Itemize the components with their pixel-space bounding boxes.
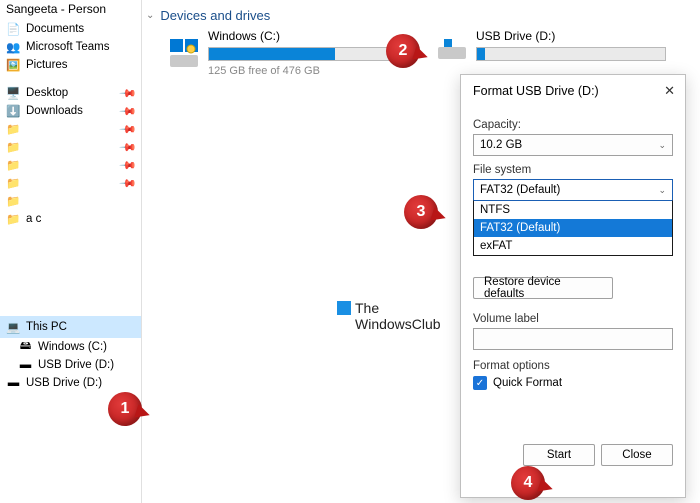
logo-square-icon xyxy=(337,301,351,315)
chevron-down-icon: ⌄ xyxy=(658,140,666,151)
filesystem-value: FAT32 (Default) xyxy=(480,184,560,196)
sidebar-item-drive-d-2[interactable]: ▬ USB Drive (D:) xyxy=(0,374,141,392)
sidebar-item-folder[interactable]: 📁 📌 xyxy=(0,120,141,138)
watermark-line2: WindowsClub xyxy=(355,316,441,332)
desktop-icon: 🖥️ xyxy=(6,86,21,101)
sidebar-item-teams[interactable]: 👥 Microsoft Teams xyxy=(0,38,141,56)
checkbox-checked-icon: ✓ xyxy=(473,376,487,390)
section-header[interactable]: ⌄ Devices and drives xyxy=(142,0,700,29)
downloads-icon: ⬇️ xyxy=(6,104,21,119)
usage-bar xyxy=(208,47,398,61)
sidebar-item-label: Windows (C:) xyxy=(38,341,107,353)
pin-icon: 📌 xyxy=(119,138,138,156)
chevron-down-icon: ⌄ xyxy=(146,10,154,21)
annotation-bubble-4: 4 xyxy=(511,466,545,500)
this-pc-icon: 💻 xyxy=(6,320,21,335)
sidebar-item-label: Desktop xyxy=(26,87,68,99)
sidebar-item-label: USB Drive (D:) xyxy=(38,359,114,371)
sidebar-item-folder[interactable]: 📁 📌 xyxy=(0,138,141,156)
fs-option-fat32[interactable]: FAT32 (Default) xyxy=(474,219,672,237)
watermark-line1: The xyxy=(355,300,379,316)
close-button[interactable]: Close xyxy=(601,444,673,466)
sidebar-item-folder[interactable]: 📁 📌 xyxy=(0,174,141,192)
sidebar-item-desktop[interactable]: 🖥️ Desktop 📌 xyxy=(0,84,141,102)
folder-icon: 📁 xyxy=(6,122,21,137)
sidebar-item-folder[interactable]: 📁 📌 xyxy=(0,156,141,174)
folder-icon: 📁 xyxy=(6,212,21,227)
drive-name: USB Drive (D:) xyxy=(476,29,676,47)
sidebar-item-folder[interactable]: 📁 xyxy=(0,192,141,210)
sidebar-item-pictures[interactable]: 🖼️ Pictures xyxy=(0,56,141,74)
drive-icon: 🖴 xyxy=(18,340,33,355)
capacity-select[interactable]: 10.2 GB ⌄ xyxy=(473,134,673,156)
sidebar-item-drive-d[interactable]: ▬ USB Drive (D:) xyxy=(0,356,141,374)
watermark: The WindowsClub xyxy=(337,300,441,332)
pin-icon: 📌 xyxy=(119,174,138,192)
annotation-bubble-1: 1 xyxy=(108,392,142,426)
sidebar-item-label: Microsoft Teams xyxy=(26,41,110,53)
sidebar-item-label: Documents xyxy=(26,23,84,35)
sidebar-item-drive-c[interactable]: 🖴 Windows (C:) xyxy=(0,338,141,356)
filesystem-label: File system xyxy=(473,164,673,176)
sidebar-item-this-pc[interactable]: 💻 This PC xyxy=(0,316,141,338)
annotation-bubble-3: 3 xyxy=(404,195,438,229)
folder-icon: 📁 xyxy=(6,176,21,191)
drive-tile-d[interactable]: USB Drive (D:) xyxy=(436,29,676,77)
filesystem-dropdown-list: NTFS FAT32 (Default) exFAT xyxy=(473,200,673,256)
format-dialog: Format USB Drive (D:) ✕ Capacity: 10.2 G… xyxy=(460,74,686,498)
pin-icon: 📌 xyxy=(119,120,138,138)
sidebar-item-label: Downloads xyxy=(26,105,83,117)
filesystem-select[interactable]: FAT32 (Default) ⌄ xyxy=(473,179,673,201)
pictures-icon: 🖼️ xyxy=(6,58,21,73)
capacity-label: Capacity: xyxy=(473,119,673,131)
quick-format-label: Quick Format xyxy=(493,377,562,389)
folder-icon: 📁 xyxy=(6,158,21,173)
pin-icon: 📌 xyxy=(119,102,138,120)
restore-defaults-button[interactable]: Restore device defaults xyxy=(473,277,613,299)
drive-free-text: 125 GB free of 476 GB xyxy=(208,65,408,77)
usb-drive-icon: ▬ xyxy=(6,376,21,391)
drive-name: Windows (C:) xyxy=(208,29,408,47)
documents-icon: 📄 xyxy=(6,22,21,37)
sidebar-item-label: Pictures xyxy=(26,59,68,71)
sidebar-item-downloads[interactable]: ⬇️ Downloads 📌 xyxy=(0,102,141,120)
pin-icon: 📌 xyxy=(119,156,138,174)
usb-drive-icon: ▬ xyxy=(18,358,33,373)
dialog-title: Format USB Drive (D:) xyxy=(473,84,599,98)
capacity-value: 10.2 GB xyxy=(480,139,522,151)
sidebar-item-label: USB Drive (D:) xyxy=(26,377,102,389)
nav-sidebar: Sangeeta - Person 📄 Documents 👥 Microsof… xyxy=(0,0,142,503)
pin-icon: 📌 xyxy=(119,84,138,102)
teams-icon: 👥 xyxy=(6,40,21,55)
sidebar-item-documents[interactable]: 📄 Documents xyxy=(0,20,141,38)
fs-option-exfat[interactable]: exFAT xyxy=(474,237,672,255)
usage-bar xyxy=(476,47,666,61)
folder-icon: 📁 xyxy=(6,140,21,155)
close-icon[interactable]: ✕ xyxy=(664,83,675,99)
volume-label-label: Volume label xyxy=(473,313,673,325)
annotation-bubble-2: 2 xyxy=(386,34,420,68)
sidebar-item-folder[interactable]: 📁 a c xyxy=(0,210,141,228)
sidebar-item-label: This PC xyxy=(26,321,67,333)
fs-option-ntfs[interactable]: NTFS xyxy=(474,201,672,219)
usb-drive-icon xyxy=(436,29,468,61)
start-button[interactable]: Start xyxy=(523,444,595,466)
volume-label-input[interactable] xyxy=(473,328,673,350)
sidebar-item-label: a c xyxy=(26,213,41,225)
drive-os-icon xyxy=(168,37,200,69)
section-title: Devices and drives xyxy=(160,8,270,23)
chevron-down-icon: ⌄ xyxy=(658,185,666,196)
sidebar-account: Sangeeta - Person xyxy=(0,0,141,20)
drive-tile-c[interactable]: Windows (C:) 125 GB free of 476 GB xyxy=(168,29,408,77)
folder-icon: 📁 xyxy=(6,194,21,209)
format-options-label: Format options xyxy=(473,360,673,372)
quick-format-checkbox[interactable]: ✓ Quick Format xyxy=(473,376,673,390)
